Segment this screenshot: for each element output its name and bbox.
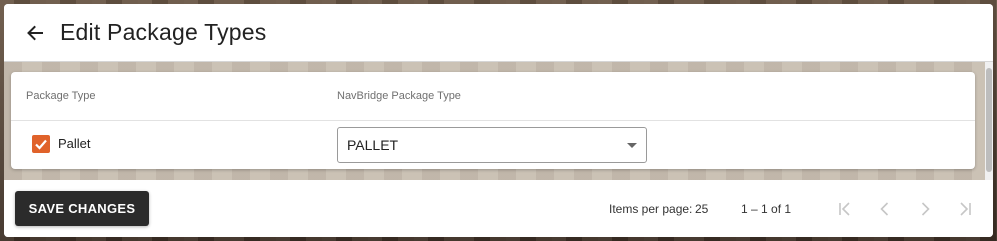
page-title: Edit Package Types bbox=[60, 19, 267, 45]
last-page-icon bbox=[960, 202, 971, 216]
pagination-range: 1 – 1 of 1 bbox=[741, 202, 792, 216]
caret-down-icon bbox=[627, 143, 637, 148]
save-changes-button[interactable]: SAVE CHANGES bbox=[15, 191, 149, 226]
scrollbar-thumb[interactable] bbox=[986, 68, 992, 172]
next-page-button[interactable] bbox=[914, 198, 936, 220]
items-per-page-label: Items per page: bbox=[609, 202, 693, 216]
dialog-header: Edit Package Types bbox=[4, 4, 993, 62]
column-header-package-type: Package Type bbox=[26, 90, 96, 102]
vertical-scrollbar[interactable] bbox=[985, 62, 993, 180]
chevron-left-icon bbox=[880, 202, 889, 216]
row-divider bbox=[11, 120, 975, 121]
dialog-footer: SAVE CHANGES Items per page: 25 1 – 1 of… bbox=[4, 180, 993, 237]
package-types-table: Package Type NavBridge Package Type Pall… bbox=[11, 72, 975, 169]
package-type-label: Pallet bbox=[58, 136, 91, 151]
items-per-page-select[interactable]: 25 bbox=[695, 202, 708, 216]
select-value: PALLET bbox=[347, 137, 399, 153]
row-checkbox[interactable] bbox=[32, 135, 50, 153]
first-page-button[interactable] bbox=[834, 198, 856, 220]
previous-page-button[interactable] bbox=[874, 198, 896, 220]
arrow-left-icon bbox=[27, 25, 43, 41]
last-page-button[interactable] bbox=[954, 198, 976, 220]
chevron-right-icon bbox=[921, 202, 930, 216]
dialog-body: Package Type NavBridge Package Type Pall… bbox=[4, 62, 993, 180]
column-header-navbridge-package-type: NavBridge Package Type bbox=[337, 90, 461, 102]
navbridge-package-type-select[interactable]: PALLET bbox=[337, 127, 647, 163]
checkmark-icon bbox=[35, 139, 47, 150]
edit-package-types-dialog: Edit Package Types Package Type NavBridg… bbox=[4, 4, 993, 237]
back-button[interactable] bbox=[22, 20, 48, 46]
first-page-icon bbox=[839, 202, 850, 216]
